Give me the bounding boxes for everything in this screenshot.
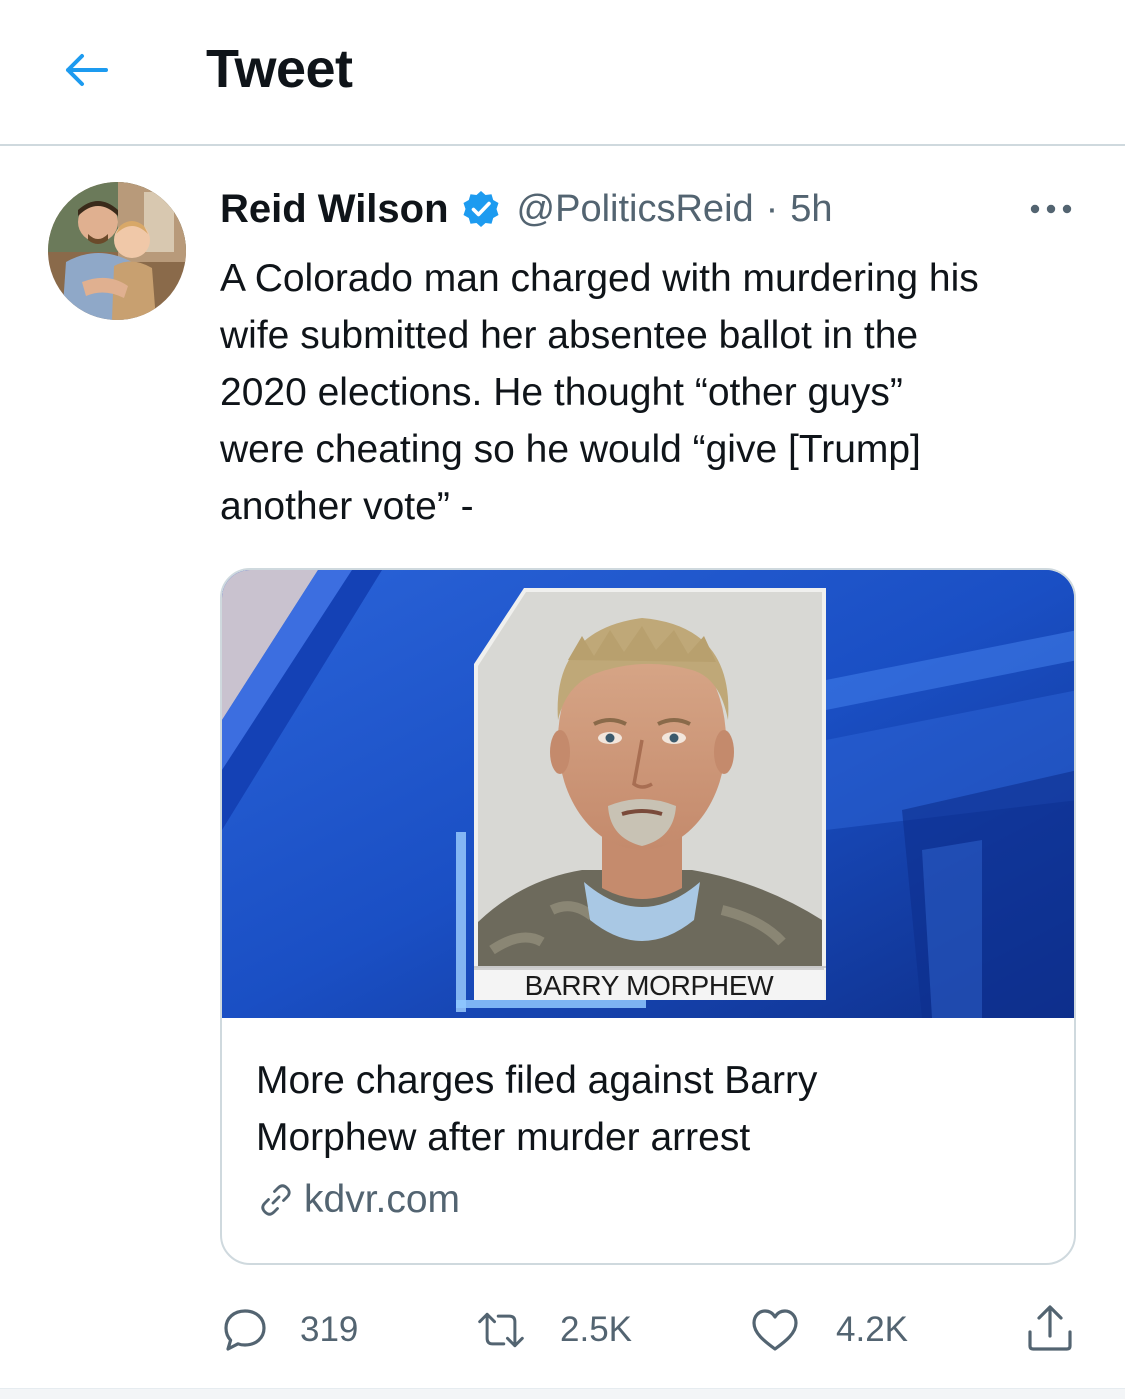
retweet-button[interactable]: 2.5K (476, 1300, 632, 1360)
tweet-text-line: wife submitted her absentee ballot in th… (220, 314, 919, 357)
divider (0, 1388, 1125, 1399)
tweet-text-line: another vote” - (220, 485, 474, 528)
like-button[interactable]: 4.2K (750, 1300, 908, 1360)
author-handle[interactable]: @PoliticsReid (517, 188, 754, 231)
more-button[interactable] (1026, 194, 1076, 224)
page-title: Tweet (206, 39, 353, 99)
tweet-text-line: 2020 elections. He thought “other guys” (220, 371, 903, 414)
avatar[interactable] (48, 182, 186, 320)
like-icon (750, 1305, 800, 1355)
image-caption: BARRY MORPHEW (474, 968, 824, 1001)
retweet-count: 2.5K (560, 1310, 632, 1349)
card-title: More charges filed against Barry Morphew… (256, 1052, 1036, 1166)
reply-count: 319 (300, 1310, 359, 1349)
meta-separator: · (765, 187, 779, 230)
tweet-text-line: were cheating so he would “give [Trump] (220, 428, 921, 471)
tweet-actions: 319 2.5K 4.2K (220, 1300, 1080, 1360)
share-icon (1028, 1305, 1072, 1351)
author-name[interactable]: Reid Wilson (220, 187, 449, 232)
like-count: 4.2K (836, 1310, 908, 1349)
card-image: BARRY MORPHEW (222, 570, 1074, 1018)
link-icon (256, 1180, 296, 1220)
more-horizontal-icon (1030, 204, 1072, 214)
top-bar: Tweet (0, 0, 1125, 146)
share-button[interactable] (1024, 1302, 1076, 1354)
link-card[interactable]: BARRY MORPHEW More charges filed against… (220, 568, 1076, 1265)
verified-badge-icon (461, 189, 501, 229)
card-domain-text: kdvr.com (304, 1178, 461, 1221)
tweet-author-row: Reid Wilson @PoliticsReid · 5h (220, 184, 833, 234)
reply-icon (220, 1305, 270, 1355)
tweet-text-line: A Colorado man charged with murdering hi… (220, 257, 979, 300)
arrow-left-icon (66, 54, 108, 86)
card-title-line: More charges filed against Barry (256, 1059, 818, 1102)
reply-button[interactable]: 319 (220, 1300, 358, 1360)
retweet-icon (476, 1305, 526, 1355)
tweet-timestamp[interactable]: 5h (790, 188, 832, 231)
card-title-line: Morphew after murder arrest (256, 1116, 751, 1159)
tweet-text: A Colorado man charged with murdering hi… (220, 250, 1090, 535)
card-domain: kdvr.com (256, 1178, 460, 1222)
back-button[interactable] (58, 46, 114, 94)
